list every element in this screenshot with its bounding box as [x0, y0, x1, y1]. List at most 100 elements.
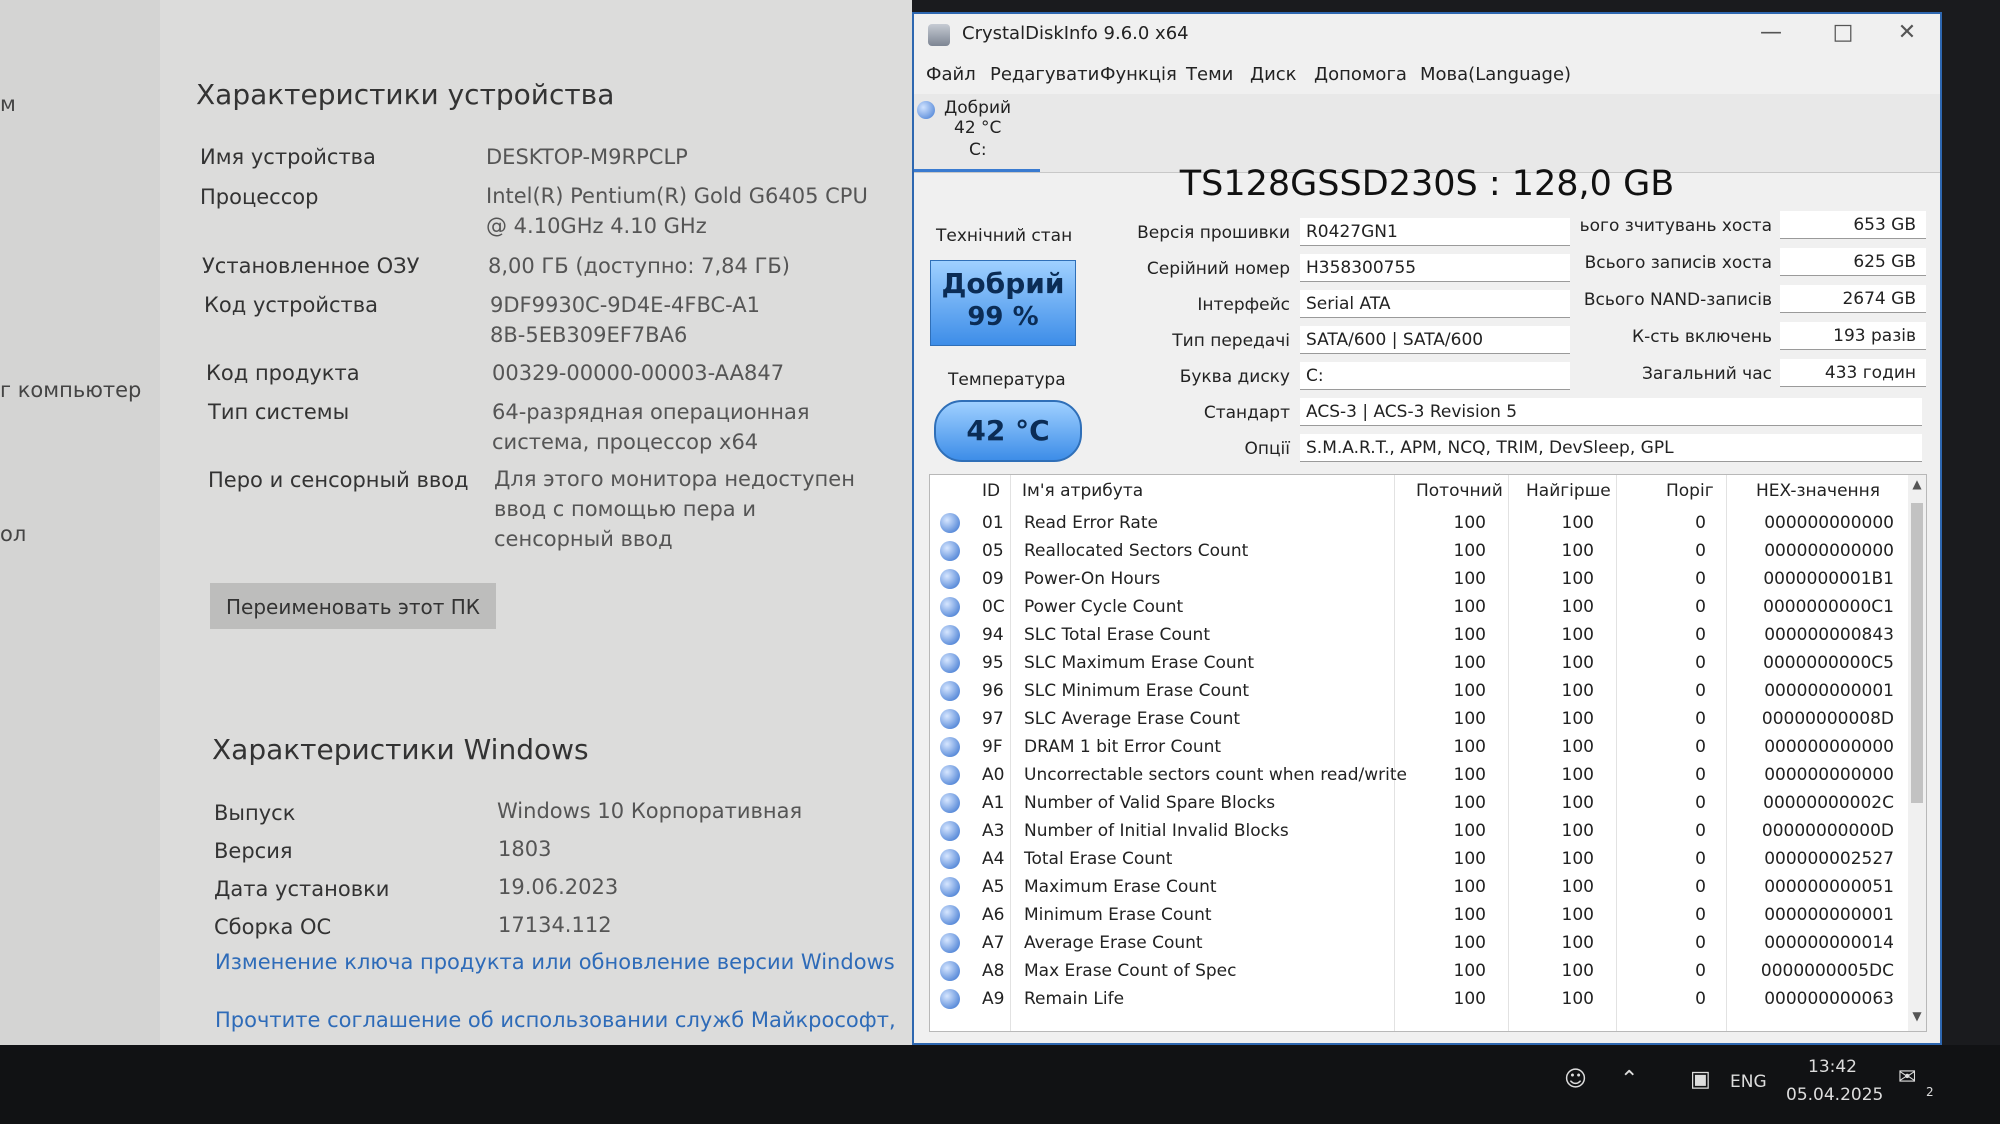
temperature-badge: 42 °C [934, 400, 1082, 462]
title-bar[interactable]: CrystalDiskInfo 9.6.0 x64 — □ ✕ [914, 14, 1940, 56]
close-icon[interactable]: ✕ [1887, 16, 1927, 50]
product-id-label: Код продукта [206, 361, 360, 385]
cell-raw-hex: 000000000014 [1764, 933, 1894, 953]
minimize-icon[interactable]: — [1751, 16, 1791, 50]
cell-attribute-name: SLC Total Erase Count [1024, 625, 1210, 645]
maximize-icon[interactable]: □ [1823, 16, 1863, 50]
table-row[interactable]: 94 SLC Total Erase Count 100 100 0 0000000008… [930, 621, 1906, 649]
header-threshold[interactable]: Поріг [1666, 481, 1714, 501]
header-current[interactable]: Поточний [1416, 481, 1503, 501]
cell-threshold: 0 [1695, 597, 1706, 617]
table-scrollbar[interactable]: ▲ ▼ [1908, 475, 1926, 1031]
table-row[interactable]: 05 Reallocated Sectors Count 100 100 0 000000… [930, 537, 1906, 565]
cell-threshold: 0 [1695, 961, 1706, 981]
cell-threshold: 0 [1695, 653, 1706, 673]
system-type-value: 64-разрядная операционная система, проце… [492, 400, 810, 454]
health-status-text: Добрий [941, 267, 1065, 300]
table-row[interactable]: 9F DRAM 1 bit Error Count 100 100 0 000000000… [930, 733, 1906, 761]
left-nav-item[interactable]: м [0, 92, 16, 116]
table-row[interactable]: 0C Power Cycle Count 100 100 0 0000000000C1 [930, 593, 1906, 621]
ms-services-agreement-link[interactable]: Прочтите соглашение об использовании слу… [215, 1008, 896, 1032]
table-row[interactable]: A3 Number of Initial Invalid Blocks 100 100… [930, 817, 1906, 845]
table-row[interactable]: A6 Minimum Erase Count 100 100 0 000000000001 [930, 901, 1906, 929]
edition-value: Windows 10 Корпоративная [497, 799, 803, 823]
table-row[interactable]: 96 SLC Minimum Erase Count 100 100 0 00000000… [930, 677, 1906, 705]
menu-file[interactable]: Файл [926, 64, 976, 85]
cell-current: 100 [1453, 681, 1486, 701]
cell-threshold: 0 [1695, 933, 1706, 953]
cell-threshold: 0 [1695, 737, 1706, 757]
cell-attribute-name: Remain Life [1024, 989, 1125, 1009]
cell-threshold: 0 [1695, 849, 1706, 869]
disk-tab-temp: 42 °C [954, 118, 1002, 138]
input-language[interactable]: ENG [1730, 1072, 1767, 1092]
table-row[interactable]: A0 Uncorrectable sectors count when read/… [930, 761, 1906, 789]
clock-date[interactable]: 05.04.2025 [1786, 1085, 1883, 1105]
cell-worst: 100 [1561, 793, 1594, 813]
network-icon[interactable]: ▣ [1690, 1067, 1711, 1092]
cell-threshold: 0 [1695, 709, 1706, 729]
table-row[interactable]: A7 Average Erase Count 100 100 0 000000000014 [930, 929, 1906, 957]
table-row[interactable]: 95 SLC Maximum Erase Count 100 100 0 00000000… [930, 649, 1906, 677]
smart-attribute-table[interactable]: ID Ім'я атрибута Поточний Найгірше Поріг… [929, 474, 1927, 1032]
chevron-up-icon[interactable]: ⌃ [1620, 1067, 1638, 1092]
cell-id: 9F [982, 737, 1003, 757]
cell-current: 100 [1453, 821, 1486, 841]
table-row[interactable]: A5 Maximum Erase Count 100 100 0 000000000051 [930, 873, 1906, 901]
menu-function[interactable]: Функція [1100, 64, 1177, 85]
table-row[interactable]: 97 SLC Average Erase Count 100 100 0 00000000… [930, 705, 1906, 733]
status-dot-icon [940, 709, 960, 729]
cell-current: 100 [1453, 989, 1486, 1009]
status-dot-icon [940, 905, 960, 925]
version-value: 1803 [498, 837, 552, 861]
scroll-down-icon[interactable]: ▼ [1910, 1009, 1924, 1027]
ram-value: 8,00 ГБ (доступно: 7,84 ГБ) [488, 254, 790, 278]
cell-id: 97 [982, 709, 1004, 729]
install-date-label: Дата установки [214, 877, 390, 901]
left-nav-item[interactable]: ол [0, 522, 26, 546]
header-raw-hex[interactable]: HEX-значення [1756, 481, 1880, 501]
cell-current: 100 [1453, 597, 1486, 617]
cell-raw-hex: 000000000063 [1764, 989, 1894, 1009]
table-row[interactable]: A9 Remain Life 100 100 0 000000000063 [930, 985, 1906, 1013]
menu-language[interactable]: Мова(Language) [1420, 64, 1571, 85]
table-row[interactable]: A4 Total Erase Count 100 100 0 000000002527 [930, 845, 1906, 873]
table-row[interactable]: 09 Power-On Hours 100 100 0 0000000001B1 [930, 565, 1906, 593]
cell-id: A8 [982, 961, 1005, 981]
table-row[interactable]: A1 Number of Valid Spare Blocks 100 100 0 000… [930, 789, 1906, 817]
header-worst[interactable]: Найгірше [1526, 481, 1611, 501]
cell-id: A0 [982, 765, 1005, 785]
notifications-icon[interactable]: ✉ [1898, 1065, 1916, 1090]
cell-attribute-name: SLC Minimum Erase Count [1024, 681, 1250, 701]
status-dot-icon [940, 933, 960, 953]
cell-worst: 100 [1561, 737, 1594, 757]
cell-raw-hex: 00000000008D [1761, 709, 1894, 729]
processor-value: Intel(R) Pentium(R) Gold G6405 CPU @ 4.1… [486, 184, 868, 238]
header-id[interactable]: ID [982, 481, 1000, 501]
taskbar: ☺ ⌃ ▣ ENG 13:42 05.04.2025 ✉ 2 [0, 1045, 2000, 1124]
left-nav-item[interactable]: г компьютер [0, 378, 141, 402]
disk-model-title: TS128GSSD230S : 128,0 GB [1179, 164, 1675, 204]
cell-attribute-name: SLC Average Erase Count [1024, 709, 1241, 729]
scroll-thumb[interactable] [1911, 503, 1923, 803]
cell-threshold: 0 [1695, 989, 1706, 1009]
menu-themes[interactable]: Теми [1186, 64, 1233, 85]
header-attribute-name[interactable]: Ім'я атрибута [1022, 481, 1143, 501]
menu-help[interactable]: Допомога [1314, 64, 1407, 85]
people-icon[interactable]: ☺ [1564, 1067, 1587, 1092]
menu-edit[interactable]: Редагувати [990, 64, 1099, 85]
table-row[interactable]: A8 Max Erase Count of Spec 100 100 0 00000000… [930, 957, 1906, 985]
scroll-up-icon[interactable]: ▲ [1910, 477, 1924, 495]
menu-disk[interactable]: Диск [1250, 64, 1297, 85]
table-row[interactable]: 01 Read Error Rate 100 100 0 000000000000 [930, 509, 1906, 537]
cell-id: 0C [982, 597, 1005, 617]
rename-pc-button[interactable]: Переименовать этот ПК [210, 583, 496, 629]
power-on-count-label: К-сть включень [1632, 327, 1772, 347]
cell-attribute-name: Read Error Rate [1024, 513, 1158, 533]
clock-time[interactable]: 13:42 [1808, 1057, 1857, 1077]
cell-current: 100 [1453, 765, 1486, 785]
change-product-key-link[interactable]: Изменение ключа продукта или обновление … [215, 950, 895, 974]
status-dot-icon [940, 793, 960, 813]
disk-tab-c[interactable]: Добрий 42 °C C: [914, 94, 1040, 172]
host-reads-label: ього зчитувань хоста [1579, 216, 1772, 236]
